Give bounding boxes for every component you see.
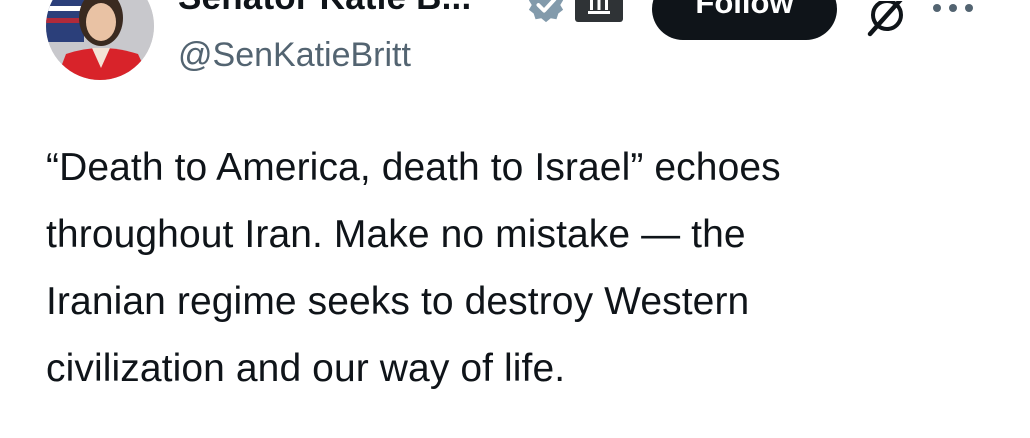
tweet-text-line: civilization and our way of life. xyxy=(46,347,566,390)
grok-icon[interactable] xyxy=(864,0,910,38)
avatar[interactable] xyxy=(46,0,154,80)
display-name[interactable]: Senator Katie B... xyxy=(178,0,471,18)
follow-button[interactable]: Follow xyxy=(652,0,837,40)
tweet-text-line: “Death to America, death to Israel” echo… xyxy=(46,146,781,189)
avatar-image xyxy=(46,0,154,80)
more-options-icon[interactable] xyxy=(928,0,978,16)
tweet-text-line: Iranian regime seeks to destroy Western xyxy=(46,280,750,323)
user-handle[interactable]: @SenKatieBritt xyxy=(178,36,411,75)
tweet-text: “Death to America, death to Israel” echo… xyxy=(46,134,986,402)
tweet-header: Senator Katie B... @SenKatieBritt Follow xyxy=(0,0,1030,100)
government-building-icon xyxy=(575,0,623,22)
tweet-text-line: throughout Iran. Make no mistake — the xyxy=(46,213,746,256)
verified-badge-icon xyxy=(528,0,564,23)
